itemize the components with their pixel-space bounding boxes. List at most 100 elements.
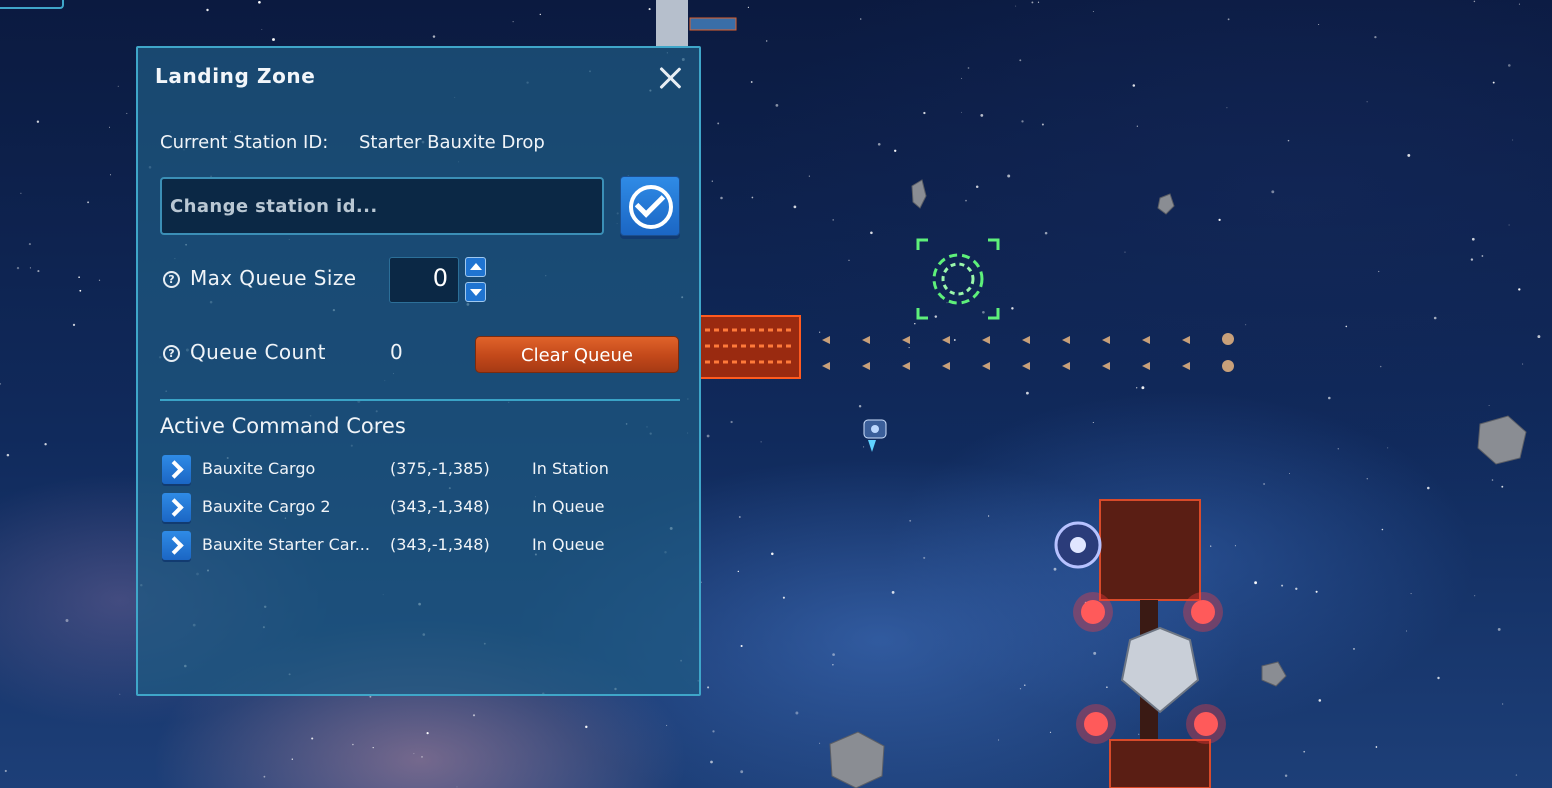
star [109, 126, 110, 128]
star [1007, 174, 1011, 178]
star [1227, 18, 1230, 21]
star [37, 270, 40, 273]
station-id-label: Current Station ID: [160, 132, 329, 153]
station-id-value: Starter Bauxite Drop [359, 132, 545, 153]
star [1136, 125, 1138, 127]
star [1271, 190, 1275, 194]
star [975, 185, 979, 189]
star [1387, 447, 1389, 449]
star [707, 686, 710, 689]
star [832, 219, 834, 221]
divider [160, 399, 680, 401]
star [1353, 648, 1355, 650]
chevron-right-icon[interactable] [162, 455, 191, 484]
star [747, 6, 749, 8]
confirm-station-id-button[interactable] [620, 176, 680, 236]
clear-queue-button[interactable]: Clear Queue [475, 336, 679, 373]
star [1481, 255, 1484, 257]
star [923, 111, 926, 115]
star [934, 315, 938, 318]
star [36, 120, 40, 123]
star [877, 142, 881, 146]
star [1410, 593, 1412, 595]
star [967, 67, 970, 69]
star [1471, 237, 1475, 241]
star [738, 516, 741, 518]
core-status: In Station [532, 459, 609, 478]
star [1041, 123, 1044, 126]
star [1026, 391, 1029, 395]
top-left-tab [0, 0, 64, 9]
star [1210, 545, 1212, 547]
star [740, 644, 743, 648]
star [1337, 448, 1340, 450]
star [261, 29, 263, 30]
help-icon[interactable]: ? [163, 345, 180, 362]
chevron-right-icon[interactable] [162, 531, 191, 560]
target-marker-icon [916, 238, 1000, 320]
star [20, 192, 22, 194]
star [109, 174, 112, 176]
queue-count-value: 0 [390, 340, 403, 364]
star [1092, 421, 1094, 424]
star [1019, 688, 1022, 690]
star [1366, 478, 1368, 480]
star [1141, 386, 1145, 390]
star [760, 441, 762, 443]
star [720, 196, 723, 200]
star [848, 259, 850, 261]
star [372, 746, 374, 749]
star [961, 77, 963, 79]
star [16, 266, 20, 270]
star [1254, 581, 1258, 585]
star [740, 770, 744, 774]
star [1011, 307, 1014, 310]
star [1287, 139, 1290, 142]
star [1474, 595, 1476, 597]
max-queue-size-input[interactable]: 0 [389, 257, 459, 303]
star [6, 453, 10, 457]
star [1379, 365, 1382, 368]
star [1021, 120, 1024, 123]
star [980, 114, 984, 117]
chevron-right-icon[interactable] [162, 493, 191, 522]
star [1245, 324, 1247, 326]
help-icon[interactable]: ? [163, 271, 180, 288]
star [1226, 107, 1228, 109]
star [1427, 486, 1430, 490]
star [1491, 479, 1494, 481]
star [1488, 404, 1490, 406]
star [891, 591, 895, 594]
star [272, 38, 275, 41]
star [1507, 64, 1511, 67]
star [1031, 1, 1034, 4]
star [472, 714, 476, 717]
decrement-arrow-icon[interactable] [465, 282, 486, 302]
close-icon[interactable] [656, 64, 684, 92]
star [859, 18, 862, 20]
landing-lane-markers [822, 333, 1234, 372]
star [78, 276, 80, 278]
star [737, 570, 739, 573]
star [1106, 686, 1108, 688]
landing-zone-panel: Landing Zone Current Station ID: Starter… [136, 46, 701, 696]
star [87, 201, 90, 204]
star [291, 758, 293, 760]
star [1378, 270, 1380, 273]
star [1407, 153, 1411, 157]
star [539, 13, 541, 16]
active-command-cores-title: Active Command Cores [160, 414, 406, 438]
increment-arrow-icon[interactable] [465, 257, 486, 277]
star [1366, 101, 1368, 103]
station-id-input[interactable] [160, 177, 604, 235]
core-coordinates: (343,-1,348) [390, 535, 490, 554]
star [775, 104, 779, 107]
star [1381, 528, 1384, 531]
star [1284, 774, 1288, 778]
star [1288, 472, 1290, 474]
star [98, 279, 101, 281]
star [1019, 59, 1022, 62]
star [456, 786, 458, 788]
star [1093, 651, 1097, 655]
star [1295, 587, 1298, 590]
